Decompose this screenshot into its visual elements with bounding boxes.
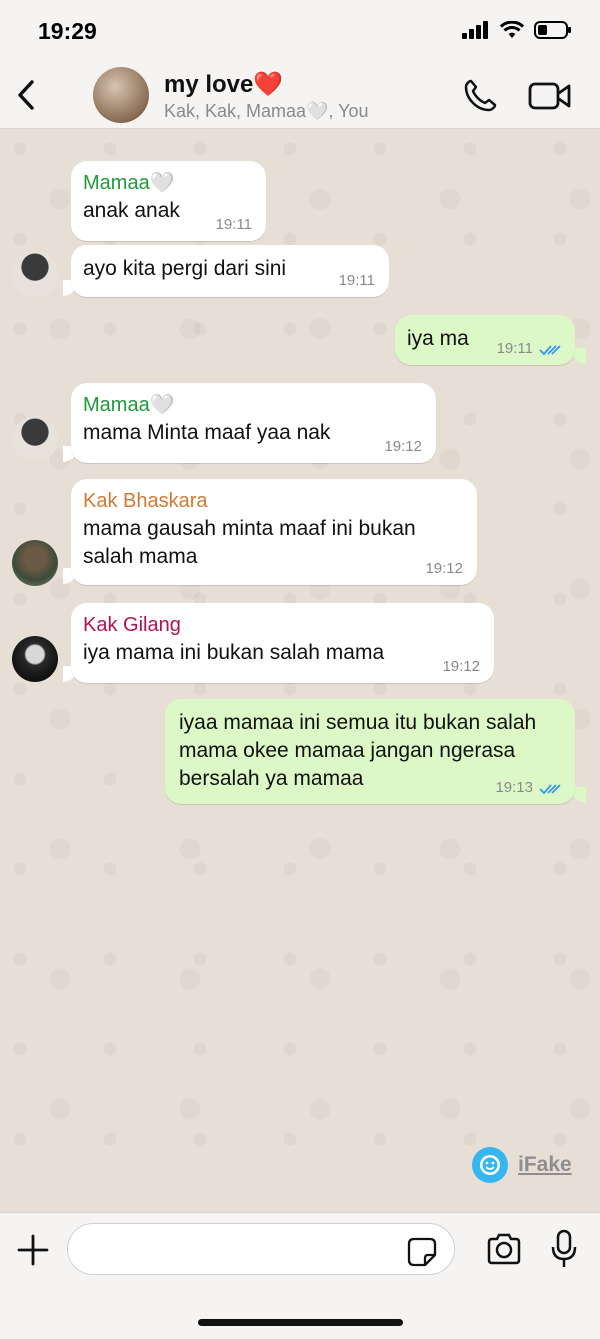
- wifi-icon: [500, 21, 524, 38]
- message-text: mama gausah minta maaf ini bukan salah m…: [83, 517, 416, 568]
- message-bubble-outgoing[interactable]: iya ma 19:11: [395, 315, 575, 365]
- message-time: 19:12: [384, 438, 422, 455]
- avatar-kak-bhaskara[interactable]: [12, 540, 58, 586]
- ifake-label: iFake: [518, 1153, 572, 1176]
- sender-name: Kak Bhaskara: [83, 490, 208, 512]
- avatar-mamaa[interactable]: [12, 416, 58, 462]
- group-avatar[interactable]: [93, 67, 149, 123]
- ifake-watermark: iFake: [472, 1147, 572, 1183]
- sticker-icon[interactable]: [407, 1237, 437, 1267]
- home-indicator[interactable]: [198, 1319, 403, 1326]
- message-bubble-incoming[interactable]: Mamaa🤍 anak anak 19:11: [71, 161, 266, 241]
- message-text: iya mama ini bukan salah mama: [83, 641, 385, 664]
- back-button[interactable]: [14, 78, 38, 112]
- battery-icon: [534, 21, 571, 39]
- avatar-mamaa[interactable]: [12, 251, 58, 297]
- message-time: 19:11: [496, 340, 533, 357]
- status-time: 19:29: [38, 18, 97, 44]
- sender-name: Mamaa🤍: [83, 394, 175, 416]
- video-call-icon[interactable]: [528, 80, 572, 112]
- chat-members[interactable]: Kak, Kak, Mamaa🤍, You: [164, 101, 369, 122]
- input-bar: [0, 1212, 600, 1339]
- message-input[interactable]: [67, 1223, 455, 1275]
- avatar-kak-gilang[interactable]: [12, 636, 58, 682]
- camera-icon[interactable]: [486, 1233, 522, 1265]
- sender-name: Kak Gilang: [83, 614, 181, 636]
- message-bubble-outgoing[interactable]: iyaa mamaa ini semua itu bukan salah mam…: [165, 699, 575, 804]
- message-time: 19:11: [215, 216, 252, 233]
- message-time: 19:12: [425, 560, 463, 577]
- sender-name: Mamaa🤍: [83, 172, 175, 194]
- message-bubble-incoming[interactable]: Kak Gilang iya mama ini bukan salah mama…: [71, 603, 494, 683]
- phone-icon[interactable]: [462, 78, 498, 114]
- message-bubble-incoming[interactable]: Mamaa🤍 mama Minta maaf yaa nak 19:12: [71, 383, 436, 463]
- message-time: 19:11: [338, 272, 375, 289]
- message-bubble-incoming[interactable]: ayo kita pergi dari sini 19:11: [71, 245, 389, 297]
- read-ticks-icon: [539, 784, 561, 795]
- chat-area[interactable]: Mamaa🤍 anak anak 19:11 ayo kita pergi da…: [0, 129, 600, 1212]
- message-time: 19:12: [442, 658, 480, 675]
- message-time: 19:13: [495, 779, 533, 796]
- message-text: iyaa mamaa ini semua itu bukan salah mam…: [179, 711, 537, 790]
- message-text: mama Minta maaf yaa nak: [83, 421, 331, 444]
- ifake-logo-icon: [472, 1147, 508, 1183]
- microphone-icon[interactable]: [550, 1229, 578, 1269]
- status-icons: [462, 20, 572, 40]
- message-text: ayo kita pergi dari sini: [83, 257, 287, 280]
- plus-icon[interactable]: [16, 1233, 50, 1267]
- status-bar: 19:29: [0, 0, 600, 62]
- chat-header: my love❤️ Kak, Kak, Mamaa🤍, You: [0, 62, 600, 129]
- read-ticks-icon: [539, 345, 561, 356]
- chat-title[interactable]: my love❤️: [164, 70, 283, 99]
- message-bubble-incoming[interactable]: Kak Bhaskara mama gausah minta maaf ini …: [71, 479, 477, 585]
- signal-icon: [462, 21, 488, 39]
